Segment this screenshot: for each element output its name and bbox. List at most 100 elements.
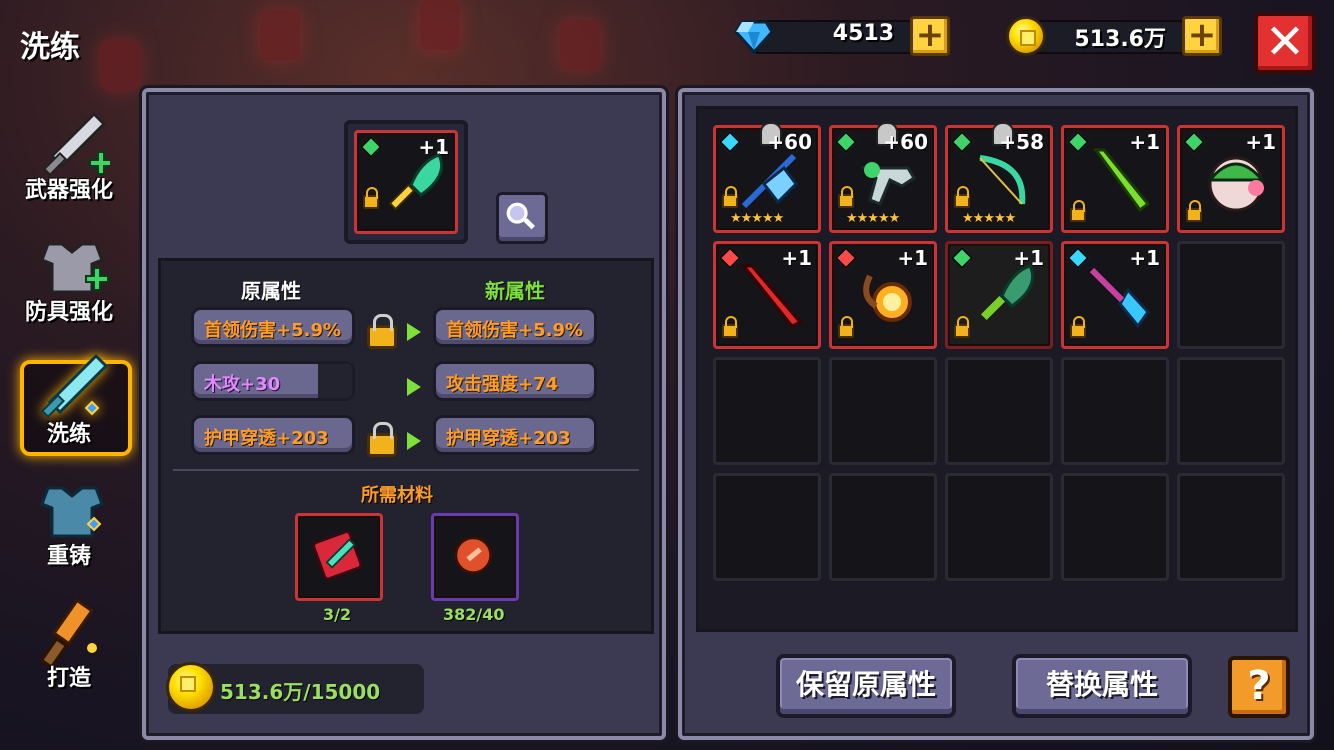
attr-text: 首领伤害+5.9%: [204, 320, 342, 341]
add-gems-button[interactable]: +: [910, 16, 950, 56]
inventory-item[interactable]: +1: [1061, 125, 1169, 233]
inspect-button[interactable]: [496, 192, 548, 244]
original-attr-row: 木攻+30: [191, 361, 355, 401]
material-slot[interactable]: [295, 513, 383, 601]
inventory-empty-slot: [945, 473, 1053, 581]
materials-header: 所需材料: [361, 485, 433, 506]
inventory-empty-slot: [1061, 473, 1169, 581]
original-attr-row: 首领伤害+5.9%: [191, 307, 355, 347]
attr-lock-icon[interactable]: [367, 314, 397, 349]
sidebar-item-weapon-upgrade[interactable]: 武器强化: [14, 100, 124, 210]
selected-item-slot[interactable]: +1: [354, 130, 458, 234]
lock-icon: [722, 316, 738, 338]
green-sword-icon: [1093, 148, 1151, 213]
jade-bow-icon: [979, 155, 1026, 205]
crystal-staff-icon: [1089, 267, 1150, 329]
sidebar-item-refine[interactable]: 洗练: [14, 344, 132, 456]
sidebar-item-armor-upgrade[interactable]: 防具强化: [14, 222, 124, 332]
attr-text: 木攻+30: [204, 374, 281, 395]
lock-icon: [954, 186, 970, 208]
keep-attributes-button[interactable]: 保留原属性: [776, 654, 956, 718]
coin-icon: [1006, 16, 1046, 56]
sidebar-item-label: 重铸: [46, 544, 91, 569]
inventory-empty-slot: [1177, 241, 1285, 349]
sidebar-item-forge[interactable]: 打造: [14, 588, 124, 698]
add-coins-button[interactable]: +: [1182, 16, 1222, 56]
inventory-grid: +60 ★★★★★ +60 ★★★★★ +58 ★★★★★ +1 +1 +1 +1 +1 +1: [696, 106, 1298, 632]
close-button[interactable]: ✕: [1254, 12, 1316, 74]
material-slot[interactable]: [431, 513, 519, 601]
sidebar-item-label: 防具强化: [24, 300, 113, 325]
jade-blade-icon: [980, 264, 1035, 321]
replace-attributes-button[interactable]: 替换属性: [1012, 654, 1192, 718]
original-attr-header: 原属性: [241, 279, 301, 303]
coin-icon: [166, 662, 216, 712]
red-gem-icon: [454, 536, 492, 574]
inventory-item[interactable]: +1: [829, 241, 937, 349]
new-attr-row: 首领伤害+5.9%: [433, 307, 597, 347]
gem-count: 4513: [832, 21, 894, 46]
inventory-item[interactable]: +1: [945, 241, 1053, 349]
attr-text: 攻击强度+74: [446, 374, 559, 395]
lock-icon: [722, 186, 738, 208]
inventory-item[interactable]: +1: [1177, 125, 1285, 233]
coin-count: 513.6万: [1074, 27, 1166, 52]
lock-icon: [954, 316, 970, 338]
attr-text: 首领伤害+5.9%: [446, 320, 584, 341]
new-attr-header: 新属性: [485, 279, 545, 303]
inventory-item[interactable]: +1: [713, 241, 821, 349]
material-count: 382/40: [443, 605, 505, 624]
sidebar-item-recast[interactable]: 重铸: [14, 466, 124, 576]
gem-counter: 4513 +: [734, 14, 950, 58]
arrow-right-icon: [407, 378, 421, 396]
inventory-empty-slot: [1061, 357, 1169, 465]
attribute-box: 原属性 新属性 首领伤害+5.9% 首领伤害+5.9% 木攻+30 攻击强度+7…: [158, 258, 654, 634]
inventory-empty-slot: [1177, 357, 1285, 465]
sidebar-item-label: 洗练: [46, 422, 91, 447]
inventory-empty-slot: [1177, 473, 1285, 581]
arrow-right-icon: [407, 323, 421, 341]
lock-icon: [1070, 200, 1086, 222]
help-button[interactable]: ?: [1228, 656, 1290, 718]
cost-text: 513.6万/15000: [220, 680, 381, 704]
inventory-item[interactable]: +60 ★★★★★: [829, 122, 937, 233]
star-rating: ★★★★★: [730, 211, 784, 226]
inventory-empty-slot: [829, 357, 937, 465]
inventory-item[interactable]: +1: [1061, 241, 1169, 349]
new-attr-row: 护甲穿透+203: [433, 415, 597, 455]
cost-bar: 513.6万/15000: [166, 662, 424, 714]
page-title: 洗练: [20, 30, 80, 65]
lock-icon: [1186, 200, 1202, 222]
fire-orb-icon: [863, 274, 912, 322]
magnifier-icon: [506, 202, 535, 230]
star-rating: ★★★★★: [962, 211, 1016, 226]
refine-panel: +1 原属性 新属性 首领伤害+5.9% 首领伤害+5.9% 木攻+30 攻击强…: [142, 88, 666, 740]
inventory-empty-slot: [713, 473, 821, 581]
inventory-panel: +60 ★★★★★ +60 ★★★★★ +58 ★★★★★ +1 +1 +1 +1 +1 +1 保留原…: [678, 88, 1314, 740]
lock-icon: [838, 316, 854, 338]
inventory-item[interactable]: +58 ★★★★★: [945, 122, 1053, 233]
ice-crossbow-icon: [741, 153, 798, 209]
inventory-empty-slot: [713, 357, 821, 465]
pig-helmet-icon: [1206, 156, 1266, 212]
skull-gun-icon: [859, 162, 917, 206]
coin-counter: 513.6万 +: [1006, 14, 1222, 58]
new-attr-row: 攻击强度+74: [433, 361, 597, 401]
divider: [173, 469, 639, 471]
attr-text: 护甲穿透+203: [446, 428, 571, 449]
material-count: 3/2: [323, 605, 352, 624]
lock-icon: [1070, 316, 1086, 338]
attr-lock-icon[interactable]: [367, 422, 397, 457]
weapon-scroll-icon: [312, 530, 363, 581]
original-attr-row: 护甲穿透+203: [191, 415, 355, 455]
lock-icon: [838, 186, 854, 208]
selected-item-frame: +1: [344, 120, 468, 244]
inventory-empty-slot: [945, 357, 1053, 465]
arrow-right-icon: [407, 432, 421, 450]
attr-text: 护甲穿透+203: [204, 428, 329, 449]
diamond-icon: [734, 20, 774, 55]
jade-blade-icon: [388, 153, 444, 211]
red-sword-icon: [740, 264, 803, 328]
inventory-item[interactable]: +60 ★★★★★: [713, 122, 821, 233]
star-rating: ★★★★★: [846, 211, 900, 226]
